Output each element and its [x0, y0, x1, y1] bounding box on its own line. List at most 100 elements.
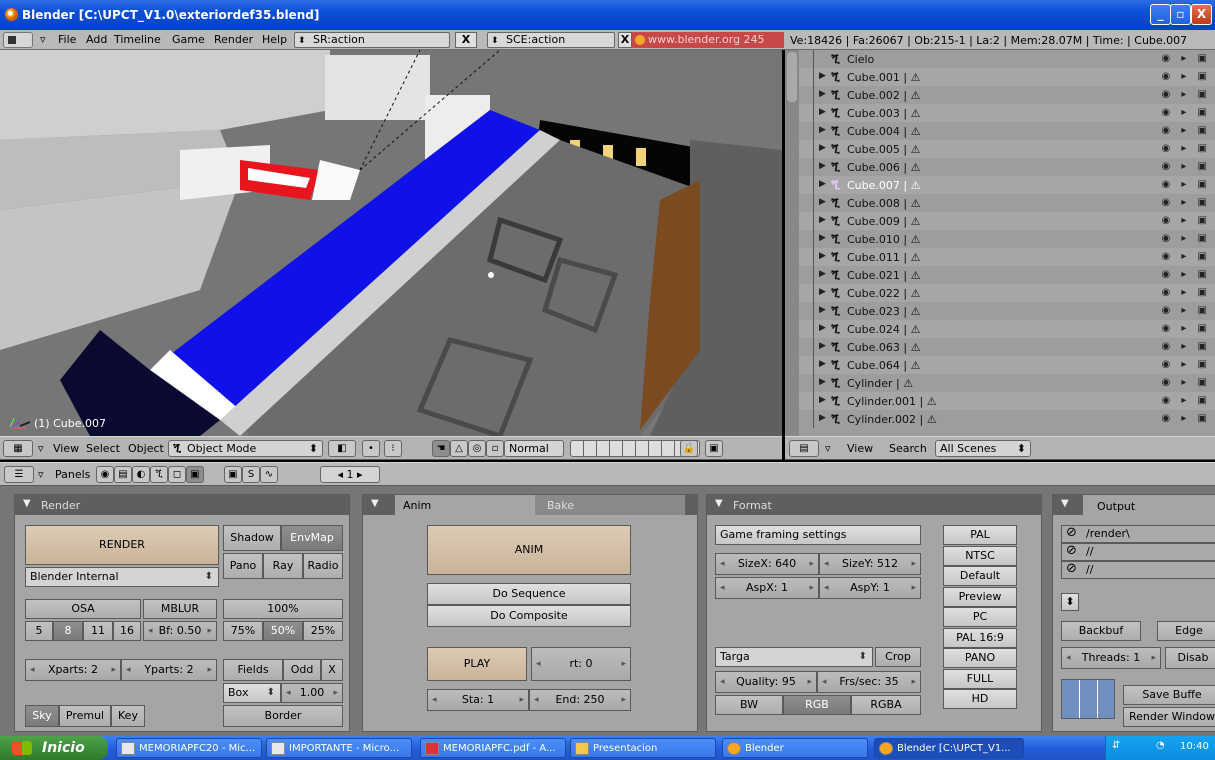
backbuf-toggle[interactable]: Backbuf	[1061, 621, 1141, 641]
maximize-button[interactable]: ▫	[1170, 4, 1191, 25]
task-blender-active[interactable]: Blender [C:\UPCT_V1...	[874, 738, 1024, 758]
restrict-toggles[interactable]: ◉ ▸ ▣	[1161, 287, 1211, 298]
restrict-toggles[interactable]: ◉ ▸ ▣	[1161, 143, 1211, 154]
render-preview-icon[interactable]: ▣	[705, 440, 723, 457]
do-sequence-toggle[interactable]: Do Sequence	[427, 583, 631, 605]
preset-button[interactable]: NTSC	[943, 545, 1017, 566]
preset-button[interactable]: PAL 16:9	[943, 627, 1017, 648]
game-framing-button[interactable]: Game framing settings	[715, 525, 921, 545]
restrict-toggles[interactable]: ◉ ▸ ▣	[1161, 395, 1211, 406]
minimize-button[interactable]: _	[1150, 4, 1171, 25]
play-button[interactable]: PLAY	[427, 647, 527, 681]
collapse-triangle-icon[interactable]: ▼	[371, 498, 379, 509]
render-engine-selector[interactable]: Blender Internal	[25, 567, 219, 587]
mode-selector[interactable]: ጚ Object Mode ⬍	[168, 440, 323, 457]
outliner-row[interactable]: ▶ ጚ Cylinder.002 | ⚠ ◉ ▸ ▣	[799, 410, 1215, 428]
preset-button[interactable]: Preview	[943, 586, 1017, 607]
restrict-toggles[interactable]: ◉ ▸ ▣	[1161, 251, 1211, 262]
aspx-field[interactable]: AspX: 1	[715, 577, 819, 599]
wifi-icon[interactable]: ◔	[1156, 740, 1165, 751]
outliner-row[interactable]: ▶ ጚ Cube.003 | ⚠ ◉ ▸ ▣	[799, 104, 1215, 122]
menu-help[interactable]: Help	[262, 33, 287, 46]
outliner-row[interactable]: ▶ ጚ Cube.006 | ⚠ ◉ ▸ ▣	[799, 158, 1215, 176]
output-panel-title[interactable]: ▼ Output	[1053, 495, 1215, 515]
bw-toggle[interactable]: BW	[715, 695, 783, 715]
key-toggle[interactable]: Key	[111, 705, 145, 727]
restrict-toggles[interactable]: ◉ ▸ ▣	[1161, 215, 1211, 226]
rgba-toggle[interactable]: RGBA	[851, 695, 921, 715]
restrict-toggles[interactable]: ◉ ▸ ▣	[1161, 269, 1211, 280]
restrict-toggles[interactable]: ◉ ▸ ▣	[1161, 107, 1211, 118]
outliner-item-name[interactable]: Cube.006 | ⚠	[847, 161, 920, 174]
format-panel-title[interactable]: ▼ Format	[707, 495, 1041, 515]
expand-triangle-icon[interactable]: ▶	[819, 323, 826, 333]
osa-8-button[interactable]: 8	[53, 621, 83, 641]
start-frame-field[interactable]: Sta: 1	[427, 689, 529, 711]
restrict-toggles[interactable]: ◉ ▸ ▣	[1161, 53, 1211, 64]
menu-panels[interactable]: Panels	[55, 468, 90, 481]
frame-number-field[interactable]: ◂ 1 ▸	[320, 466, 380, 483]
outliner-item-name[interactable]: Cylinder.001 | ⚠	[847, 395, 937, 408]
outliner-scrollbar[interactable]	[785, 50, 799, 436]
outliner-item-name[interactable]: Cube.064 | ⚠	[847, 359, 920, 372]
outliner-item-name[interactable]: Cube.009 | ⚠	[847, 215, 920, 228]
outliner-item-name[interactable]: Cube.011 | ⚠	[847, 251, 920, 264]
shadow-toggle[interactable]: Shadow	[223, 525, 281, 551]
outliner-item-name[interactable]: Cube.008 | ⚠	[847, 197, 920, 210]
outliner-item-name[interactable]: Cube.022 | ⚠	[847, 287, 920, 300]
envmap-toggle[interactable]: EnvMap	[281, 525, 343, 551]
pano-toggle[interactable]: Pano	[223, 553, 263, 579]
outliner-row[interactable]: ▶ ጚ Cube.007 | ⚠ ◉ ▸ ▣	[799, 176, 1215, 194]
preset-button[interactable]: PAL	[943, 525, 1017, 545]
render-buttons-icon[interactable]: ▣	[224, 466, 242, 483]
menu-select[interactable]: Select	[86, 442, 120, 455]
render-panel-title[interactable]: ▼ Render	[15, 495, 349, 515]
expand-triangle-icon[interactable]: ▶	[819, 125, 826, 135]
outliner-row[interactable]: ▶ ጚ Cube.011 | ⚠ ◉ ▸ ▣	[799, 248, 1215, 266]
crop-toggle[interactable]: Crop	[875, 647, 921, 667]
preset-button[interactable]: HD	[943, 689, 1017, 709]
expand-triangle-icon[interactable]: ▶	[819, 197, 826, 207]
header-collapse-icon[interactable]: ▿	[825, 442, 831, 455]
blender-website-link[interactable]: www.blender.org 245	[632, 32, 784, 48]
tab-bake[interactable]: Bake	[535, 495, 685, 515]
task-memoriapfc20[interactable]: MEMORIAPFC20 - Mic...	[116, 738, 262, 758]
preset-button[interactable]: PANO	[943, 648, 1017, 668]
header-collapse-icon[interactable]: ▿	[38, 442, 44, 455]
expand-triangle-icon[interactable]: ▶	[819, 107, 826, 117]
render-window-toggle[interactable]: Render Window	[1123, 707, 1215, 727]
lock-icon[interactable]: 🔒	[680, 440, 698, 457]
outliner-item-name[interactable]: Cube.007 | ⚠	[847, 179, 920, 192]
restrict-toggles[interactable]: ◉ ▸ ▣	[1161, 413, 1211, 424]
osa-5-button[interactable]: 5	[25, 621, 53, 641]
save-buffers-toggle[interactable]: Save Buffe	[1123, 685, 1215, 705]
expand-triangle-icon[interactable]: ▶	[819, 179, 826, 189]
outliner-item-name[interactable]: Cube.001 | ⚠	[847, 71, 920, 84]
restrict-toggles[interactable]: ◉ ▸ ▣	[1161, 305, 1211, 316]
object-icon[interactable]: ጚ	[150, 466, 168, 483]
restrict-toggles[interactable]: ◉ ▸ ▣	[1161, 71, 1211, 82]
scene-selector[interactable]: ⬍ SCE:action	[487, 32, 615, 48]
sizex-field[interactable]: SizeX: 640	[715, 553, 819, 575]
draw-type-icon[interactable]: ◧	[328, 440, 356, 457]
disable-tex-toggle[interactable]: Disab	[1165, 647, 1215, 669]
editor-type-icon[interactable]	[3, 32, 33, 48]
menu-game[interactable]: Game	[172, 33, 205, 46]
restrict-toggles[interactable]: ◉ ▸ ▣	[1161, 341, 1211, 352]
outliner-row[interactable]: ▶ ጚ Cube.024 | ⚠ ◉ ▸ ▣	[799, 320, 1215, 338]
expand-triangle-icon[interactable]: ▶	[819, 395, 826, 405]
frame-decrease-icon[interactable]: ◂	[337, 468, 343, 481]
x-toggle[interactable]: X	[321, 659, 343, 681]
manipulator-hand-icon[interactable]: ☚	[432, 440, 450, 457]
expand-triangle-icon[interactable]: ▶	[819, 89, 826, 99]
restrict-toggles[interactable]: ◉ ▸ ▣	[1161, 359, 1211, 370]
sound-buttons-icon[interactable]: ∿	[260, 466, 278, 483]
task-presentacion[interactable]: Presentacion	[570, 738, 716, 758]
rt-field[interactable]: rt: 0	[531, 647, 631, 681]
outliner-item-name[interactable]: Cube.063 | ⚠	[847, 341, 920, 354]
output-path-field[interactable]: /render\	[1061, 525, 1215, 543]
expand-triangle-icon[interactable]: ▶	[819, 341, 826, 351]
close-button[interactable]: X	[1191, 4, 1212, 25]
3d-viewport[interactable]: (1) Cube.007	[0, 50, 782, 436]
pivot-icon[interactable]: •	[362, 440, 380, 457]
